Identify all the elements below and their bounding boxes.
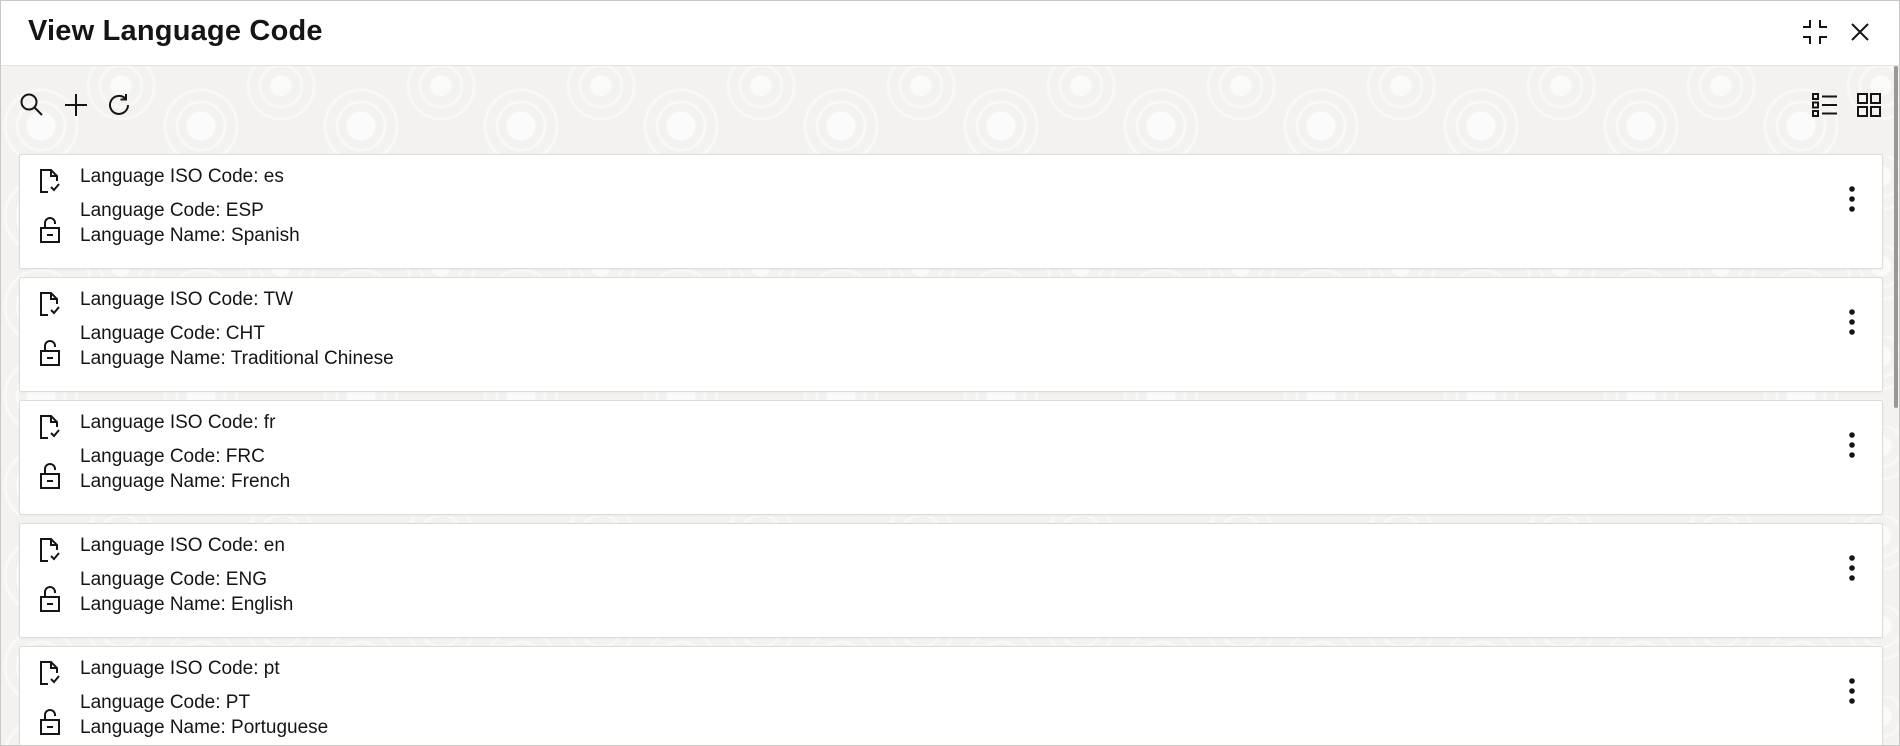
more-vertical-icon [1848,185,1856,218]
language-iso-code: Language ISO Code: en [80,535,285,556]
search-button[interactable] [14,89,50,125]
close-button[interactable] [1843,17,1877,51]
add-button[interactable] [58,89,94,125]
language-name: Language Name: Traditional Chinese [80,348,394,369]
document-check-icon [36,290,64,318]
minimize-icon [1801,18,1829,51]
add-icon [63,92,89,123]
language-name: Language Name: Portuguese [80,717,329,738]
refresh-icon [106,92,132,123]
list-item[interactable]: Language ISO Code: pt Language Code: PT … [19,646,1883,745]
toolbar [1,66,1899,152]
view-language-code-dialog: View Language Code Language ISO Code: es… [0,0,1900,746]
dialog-title: View Language Code [28,15,323,47]
list-view-button[interactable] [1807,89,1843,125]
vertical-scrollbar[interactable] [1894,66,1898,408]
language-code: Language Code: ENG [80,569,267,590]
close-icon [1849,21,1871,48]
row-actions-button[interactable] [1838,429,1866,465]
unlock-icon [36,461,64,491]
list-item[interactable]: Language ISO Code: fr Language Code: FRC… [19,400,1883,515]
document-check-icon [36,167,64,195]
document-check-icon [36,659,64,687]
grid-view-icon [1856,92,1882,123]
list-item[interactable]: Language ISO Code: en Language Code: ENG… [19,523,1883,638]
language-iso-code: Language ISO Code: TW [80,289,293,310]
row-actions-button[interactable] [1838,306,1866,342]
row-actions-button[interactable] [1838,183,1866,219]
document-check-icon [36,536,64,564]
row-actions-button[interactable] [1838,675,1866,711]
list-item[interactable]: Language ISO Code: es Language Code: ESP… [19,154,1883,269]
unlock-icon [36,584,64,614]
language-iso-code: Language ISO Code: fr [80,412,276,433]
search-icon [19,92,45,123]
language-code: Language Code: FRC [80,446,265,467]
more-vertical-icon [1848,431,1856,464]
language-iso-code: Language ISO Code: es [80,166,284,187]
language-code: Language Code: CHT [80,323,265,344]
language-iso-code: Language ISO Code: pt [80,658,280,679]
row-actions-button[interactable] [1838,552,1866,588]
record-list: Language ISO Code: es Language Code: ESP… [19,154,1883,745]
language-code: Language Code: ESP [80,200,264,221]
language-name: Language Name: Spanish [80,225,300,246]
refresh-button[interactable] [101,89,137,125]
grid-view-button[interactable] [1851,89,1887,125]
minimize-button[interactable] [1798,17,1832,51]
more-vertical-icon [1848,677,1856,710]
unlock-icon [36,707,64,737]
more-vertical-icon [1848,554,1856,587]
language-code: Language Code: PT [80,692,251,713]
language-name: Language Name: English [80,594,294,615]
list-view-icon [1811,92,1839,123]
unlock-icon [36,215,64,245]
content-area: Language ISO Code: es Language Code: ESP… [1,66,1899,745]
unlock-icon [36,338,64,368]
list-item[interactable]: Language ISO Code: TW Language Code: CHT… [19,277,1883,392]
document-check-icon [36,413,64,441]
more-vertical-icon [1848,308,1856,341]
language-name: Language Name: French [80,471,291,492]
dialog-header: View Language Code [1,1,1899,66]
